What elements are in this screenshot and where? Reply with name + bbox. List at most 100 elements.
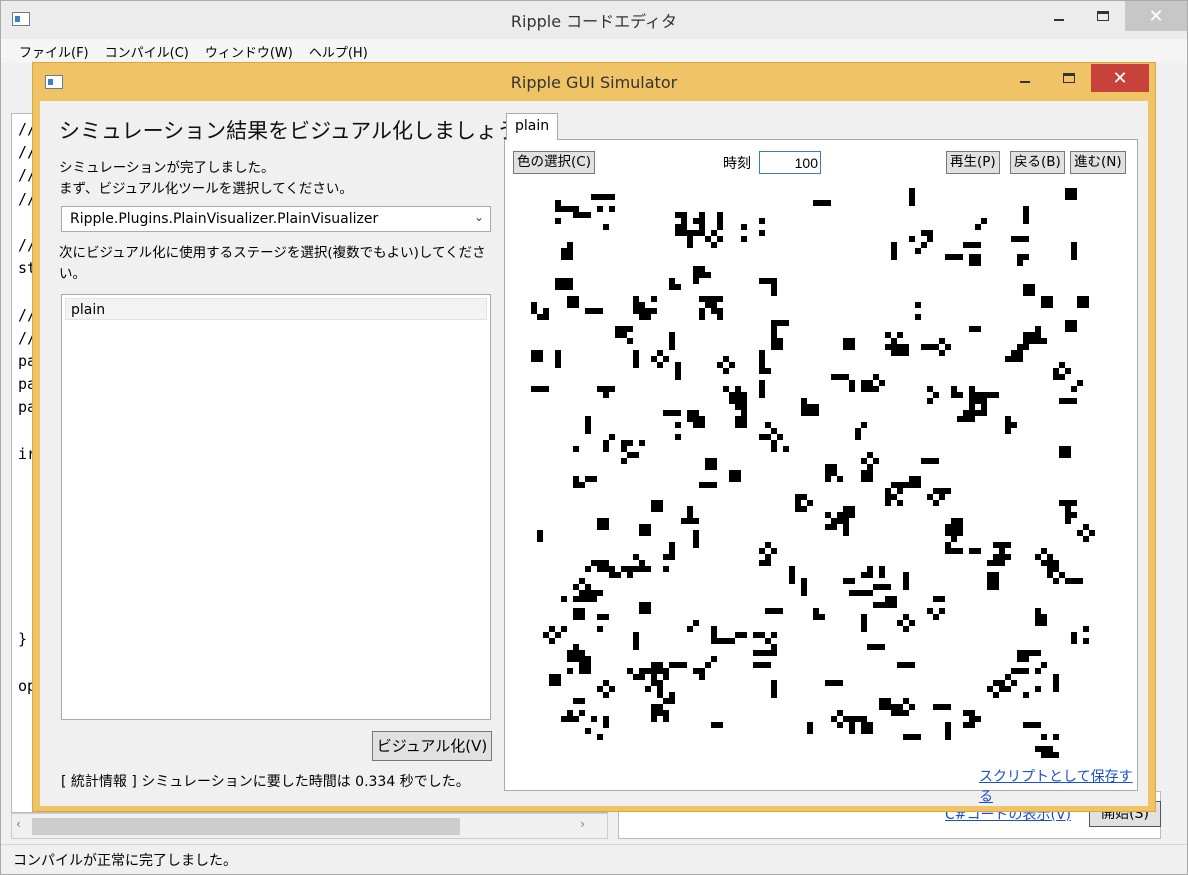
minimize-button[interactable] <box>1003 63 1047 93</box>
scroll-right-icon[interactable]: › <box>580 817 585 831</box>
live-cell <box>759 434 765 440</box>
live-cell <box>597 518 603 524</box>
live-cell <box>915 476 921 482</box>
live-cell <box>633 638 639 644</box>
live-cell <box>843 338 849 344</box>
live-cell <box>897 482 903 488</box>
live-cell <box>771 608 777 614</box>
live-cell <box>579 212 585 218</box>
menu-help[interactable]: ヘルプ(H) <box>301 42 376 61</box>
live-cell <box>561 278 567 284</box>
live-cell <box>897 332 903 338</box>
live-cell <box>1059 572 1065 578</box>
live-cell <box>891 338 897 344</box>
maximize-button[interactable] <box>1047 63 1091 93</box>
live-cell <box>879 584 885 590</box>
live-cell <box>1065 500 1071 506</box>
color-select-button[interactable]: 色の選択(C) <box>513 151 595 174</box>
live-cell <box>693 620 699 626</box>
live-cell <box>1065 506 1071 512</box>
live-cell <box>759 350 765 356</box>
live-cell <box>897 350 903 356</box>
scroll-left-icon[interactable]: ‹ <box>16 817 21 831</box>
live-cell <box>603 392 609 398</box>
live-cell <box>579 662 585 668</box>
live-cell <box>729 470 735 476</box>
live-cell <box>963 710 969 716</box>
live-cell <box>561 254 567 260</box>
live-cell <box>543 386 549 392</box>
menu-compile[interactable]: コンパイル(C) <box>97 42 197 61</box>
live-cell <box>705 296 711 302</box>
live-cell <box>939 596 945 602</box>
live-cell <box>1053 560 1059 566</box>
tab-plain[interactable]: plain <box>506 113 559 140</box>
live-cell <box>609 434 615 440</box>
stage-list[interactable]: plain <box>61 294 491 720</box>
time-input[interactable] <box>759 151 821 174</box>
live-cell <box>879 380 885 386</box>
live-cell <box>603 680 609 686</box>
back-button[interactable]: 戻る(B) <box>1010 151 1065 174</box>
live-cell <box>699 482 705 488</box>
live-cell <box>903 734 909 740</box>
live-cell <box>699 224 705 230</box>
live-cell <box>585 428 591 434</box>
live-cell <box>807 500 813 506</box>
live-cell <box>567 668 573 674</box>
live-cell <box>735 386 741 392</box>
live-cell <box>693 536 699 542</box>
live-cell <box>741 410 747 416</box>
live-cell <box>867 464 873 470</box>
live-cell <box>999 542 1005 548</box>
play-button[interactable]: 再生(P) <box>946 151 1000 174</box>
live-cell <box>945 254 951 260</box>
simulator-window-title: Ripple GUI Simulator <box>510 72 678 92</box>
live-cell <box>591 590 597 596</box>
live-cell <box>897 488 903 494</box>
close-button[interactable]: ✕ <box>1091 64 1149 92</box>
live-cell <box>831 374 837 380</box>
live-cell <box>981 410 987 416</box>
live-cell <box>765 278 771 284</box>
live-cell <box>675 410 681 416</box>
live-cell <box>885 698 891 704</box>
live-cell <box>969 242 975 248</box>
live-cell <box>639 440 645 446</box>
live-cell <box>537 530 543 536</box>
visualize-button[interactable]: ビジュアル化(V) <box>372 731 492 761</box>
editor-horizontal-scrollbar[interactable]: ‹ › <box>11 813 608 839</box>
save-as-script-link[interactable]: スクリプトとして保存する <box>979 766 1137 806</box>
menu-file[interactable]: ファイル(F) <box>11 42 97 61</box>
visualizer-select[interactable]: Ripple.Plugins.PlainVisualizer.PlainVisu… <box>61 206 491 232</box>
menu-window[interactable]: ウィンドウ(W) <box>197 42 301 61</box>
list-item[interactable]: plain <box>65 298 487 320</box>
live-cell <box>1017 254 1023 260</box>
maximize-button[interactable] <box>1081 1 1125 31</box>
live-cell <box>771 290 777 296</box>
live-cell <box>951 548 957 554</box>
live-cell <box>1053 566 1059 572</box>
live-cell <box>999 680 1005 686</box>
close-button[interactable]: ✕ <box>1125 1 1187 31</box>
live-cell <box>1041 746 1047 752</box>
live-cell <box>903 710 909 716</box>
live-cell <box>981 218 987 224</box>
live-cell <box>885 344 891 350</box>
live-cell <box>933 596 939 602</box>
live-cell <box>603 566 609 572</box>
live-cell <box>849 344 855 350</box>
live-cell <box>717 218 723 224</box>
simulator-titlebar: Ripple GUI Simulator ✕ <box>33 63 1155 101</box>
live-cell <box>603 194 609 200</box>
forward-button[interactable]: 進む(N) <box>1070 151 1126 174</box>
live-cell <box>651 716 657 722</box>
live-cell <box>771 344 777 350</box>
live-cell <box>1017 656 1023 662</box>
scrollbar-thumb[interactable] <box>32 818 460 835</box>
live-cell <box>639 530 645 536</box>
live-cell <box>789 578 795 584</box>
live-cell <box>945 734 951 740</box>
minimize-button[interactable] <box>1037 1 1081 31</box>
live-cell <box>867 470 873 476</box>
